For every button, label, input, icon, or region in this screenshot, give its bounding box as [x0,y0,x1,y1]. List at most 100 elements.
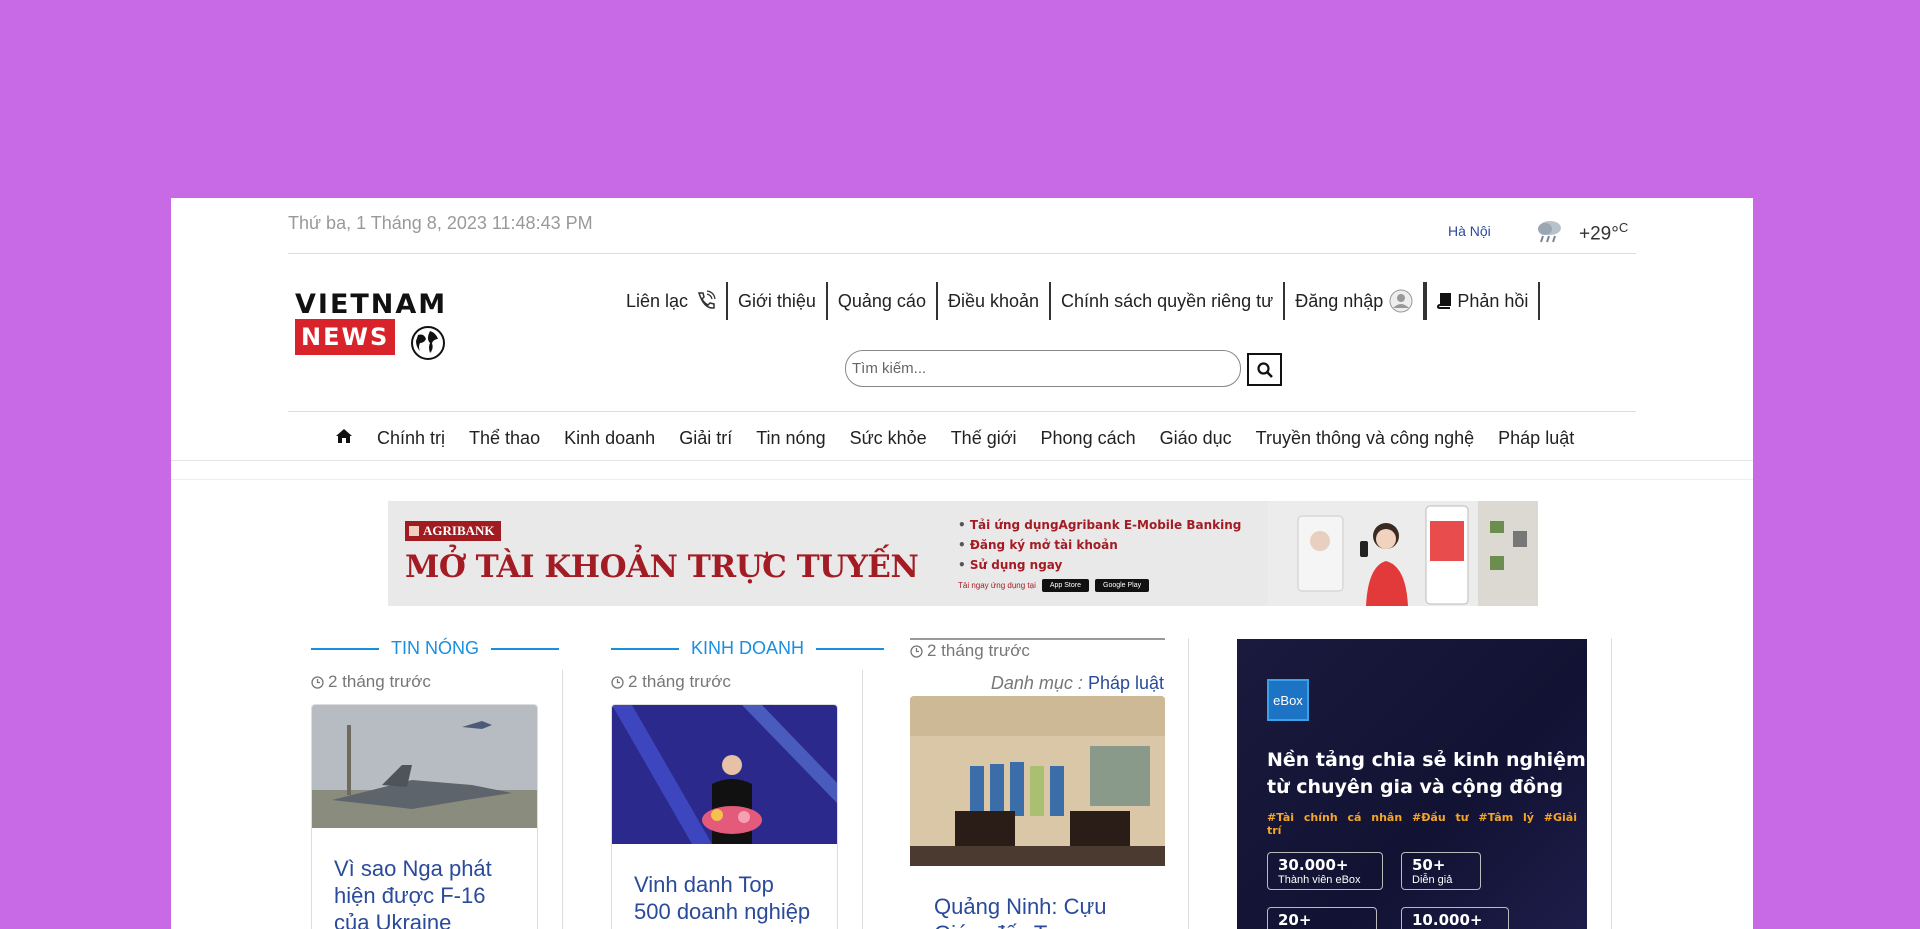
top-nav: Liên lạc Giới thiệu Quảng cáo Điều khoản… [626,282,1541,320]
stat-number: 10.000+ [1412,911,1483,929]
globe-icon [411,326,445,360]
section-title-label: KINH DOANH [691,638,805,658]
category-style[interactable]: Phong cách [1029,428,1148,449]
book-icon [1437,293,1452,309]
category-world[interactable]: Thế giới [939,428,1029,449]
category-entertainment[interactable]: Giải trí [667,428,744,449]
category-nav-bottom-border [171,460,1753,480]
article-title[interactable]: Vì sao Nga phát hiện được F-16 của Ukrai… [312,833,537,929]
column-divider [562,670,563,929]
stat-number: 20+ [1278,911,1312,929]
clock-icon [910,644,923,658]
site-logo[interactable]: VIETNAM NEWS [295,291,445,361]
search-bar [845,350,1282,387]
article-time-label: 2 tháng trước [927,641,1030,660]
user-icon [1389,289,1413,313]
article-card-hot-news[interactable]: Vì sao Nga phát hiện được F-16 của Ukrai… [311,704,538,929]
article-time-label: 2 tháng trước [628,672,731,691]
clock-icon [611,675,624,689]
nav-about[interactable]: Giới thiệu [728,282,828,320]
category-education[interactable]: Giáo dục [1148,428,1244,449]
nav-contact[interactable]: Liên lạc [626,282,729,320]
nav-feedback-label: Phản hồi [1457,290,1529,311]
ebox-stat: 30.000+ Thành viên eBox [1267,852,1383,890]
column-divider [1611,638,1612,929]
article-time-label: 2 tháng trước [328,672,431,691]
category-hot-news[interactable]: Tin nóng [744,428,837,449]
ebox-title: Nền tảng chia sẻ kinh nghiệm từ chuyên g… [1267,747,1586,801]
article-time: 2 tháng trước [311,672,431,692]
ad-store-text: Tải ngay ứng dụng tại [958,581,1036,590]
section-title-hot-news[interactable]: TIN NÓNG [311,638,559,659]
stat-label: Thành viên eBox [1278,874,1361,886]
article-title[interactable]: Vinh danh Top 500 doanh nghiệp [612,849,837,925]
phone-icon [698,290,716,309]
search-input[interactable] [845,350,1241,387]
ad-bullet: Sử dụng ngay [958,555,1241,575]
category-politics[interactable]: Chính trị [365,428,457,449]
ebox-title-line: Nền tảng chia sẻ kinh nghiệm [1267,749,1586,771]
weather-city[interactable]: Hà Nội [1448,223,1491,239]
column-divider [862,670,863,929]
category-sports[interactable]: Thể thao [457,428,552,449]
ebox-logo: eBox [1267,679,1309,721]
category-label: Danh mục : [990,673,1083,693]
top-bar: Thứ ba, 1 Tháng 8, 2023 11:48:43 PM Hà N… [288,198,1636,254]
article-card-law[interactable]: Quảng Ninh: Cựu Giám đốc Trung [910,696,1165,929]
home-link[interactable] [335,428,365,449]
search-icon [1256,361,1273,378]
category-link[interactable]: Pháp luật [1088,673,1164,693]
ebox-stat: 50+ Diễn giả [1401,852,1481,890]
category-health[interactable]: Sức khỏe [838,428,939,449]
article-image-courtroom [910,696,1165,866]
column-top-rule [910,638,1165,640]
nav-advertising[interactable]: Quảng cáo [828,282,938,320]
stat-number: 30.000+ [1278,856,1349,874]
nav-privacy-policy[interactable]: Chính sách quyền riêng tư [1051,282,1286,320]
article-image-fighter-jet [312,705,537,828]
ad-bullet: Tải ứng dụngAgribank E-Mobile Banking [958,515,1242,535]
logo-text-news: NEWS [295,319,396,355]
search-button[interactable] [1247,353,1282,386]
google-play-badge: Google Play [1095,579,1150,592]
ad-person-image [1268,501,1538,606]
article-time: 2 tháng trước [910,641,1030,661]
app-store-badge: App Store [1041,579,1089,592]
category-nav: Chính trị Thể thao Kinh doanh Giải trí T… [335,428,1586,449]
category-media-tech[interactable]: Truyền thông và công nghệ [1244,428,1487,449]
stat-number: 50+ [1412,856,1446,874]
section-title-line [491,647,559,650]
article-title[interactable]: Quảng Ninh: Cựu Giám đốc Trung [910,871,1165,929]
logo-text-vietnam: VIETNAM [295,289,448,320]
ebox-title-line: từ chuyên gia và cộng đồng [1267,776,1564,798]
cloud-rain-icon [1538,221,1561,243]
ebox-stat: 10.000+ [1401,907,1509,929]
ebox-tags: #Tài chính cá nhân #Đầu tư #Tâm lý #Giải… [1267,811,1577,837]
article-time: 2 tháng trước [611,672,731,692]
category-law[interactable]: Pháp luật [1486,428,1586,449]
home-icon [336,429,352,443]
column-divider [1188,638,1189,929]
section-title-line [611,647,679,650]
current-datetime: Thứ ba, 1 Tháng 8, 2023 11:48:43 PM [288,213,593,233]
section-title-label: TIN NÓNG [391,638,479,658]
article-card-business[interactable]: Vinh danh Top 500 doanh nghiệp [611,704,838,929]
stat-label: Diễn giả [1412,874,1453,886]
section-title-business[interactable]: KINH DOANH [611,638,885,659]
nav-contact-label: Liên lạc [626,290,689,311]
ebox-sidebar-ad[interactable]: eBox Nền tảng chia sẻ kinh nghiệm từ chu… [1237,639,1587,929]
category-business[interactable]: Kinh doanh [552,428,667,449]
nav-login-label: Đăng nhập [1295,290,1384,311]
nav-terms[interactable]: Điều khoản [938,282,1052,320]
article-category: Danh mục : Pháp luật [984,673,1164,694]
section-title-line [311,647,379,650]
clock-icon [311,675,324,689]
ebox-stat: 20+ [1267,907,1377,929]
agribank-banner-ad[interactable]: AGRIBANK MỞ TÀI KHOẢN TRỰC TUYẾN Tải ứng… [388,501,1538,606]
category-nav-divider [288,411,1636,412]
article-image-award-speaker [612,705,837,844]
nav-feedback[interactable]: Phản hồi [1425,282,1541,320]
nav-login[interactable]: Đăng nhập [1285,282,1426,320]
ad-brand-label: AGRIBANK [405,521,501,541]
temperature: +29°C [1579,220,1629,245]
